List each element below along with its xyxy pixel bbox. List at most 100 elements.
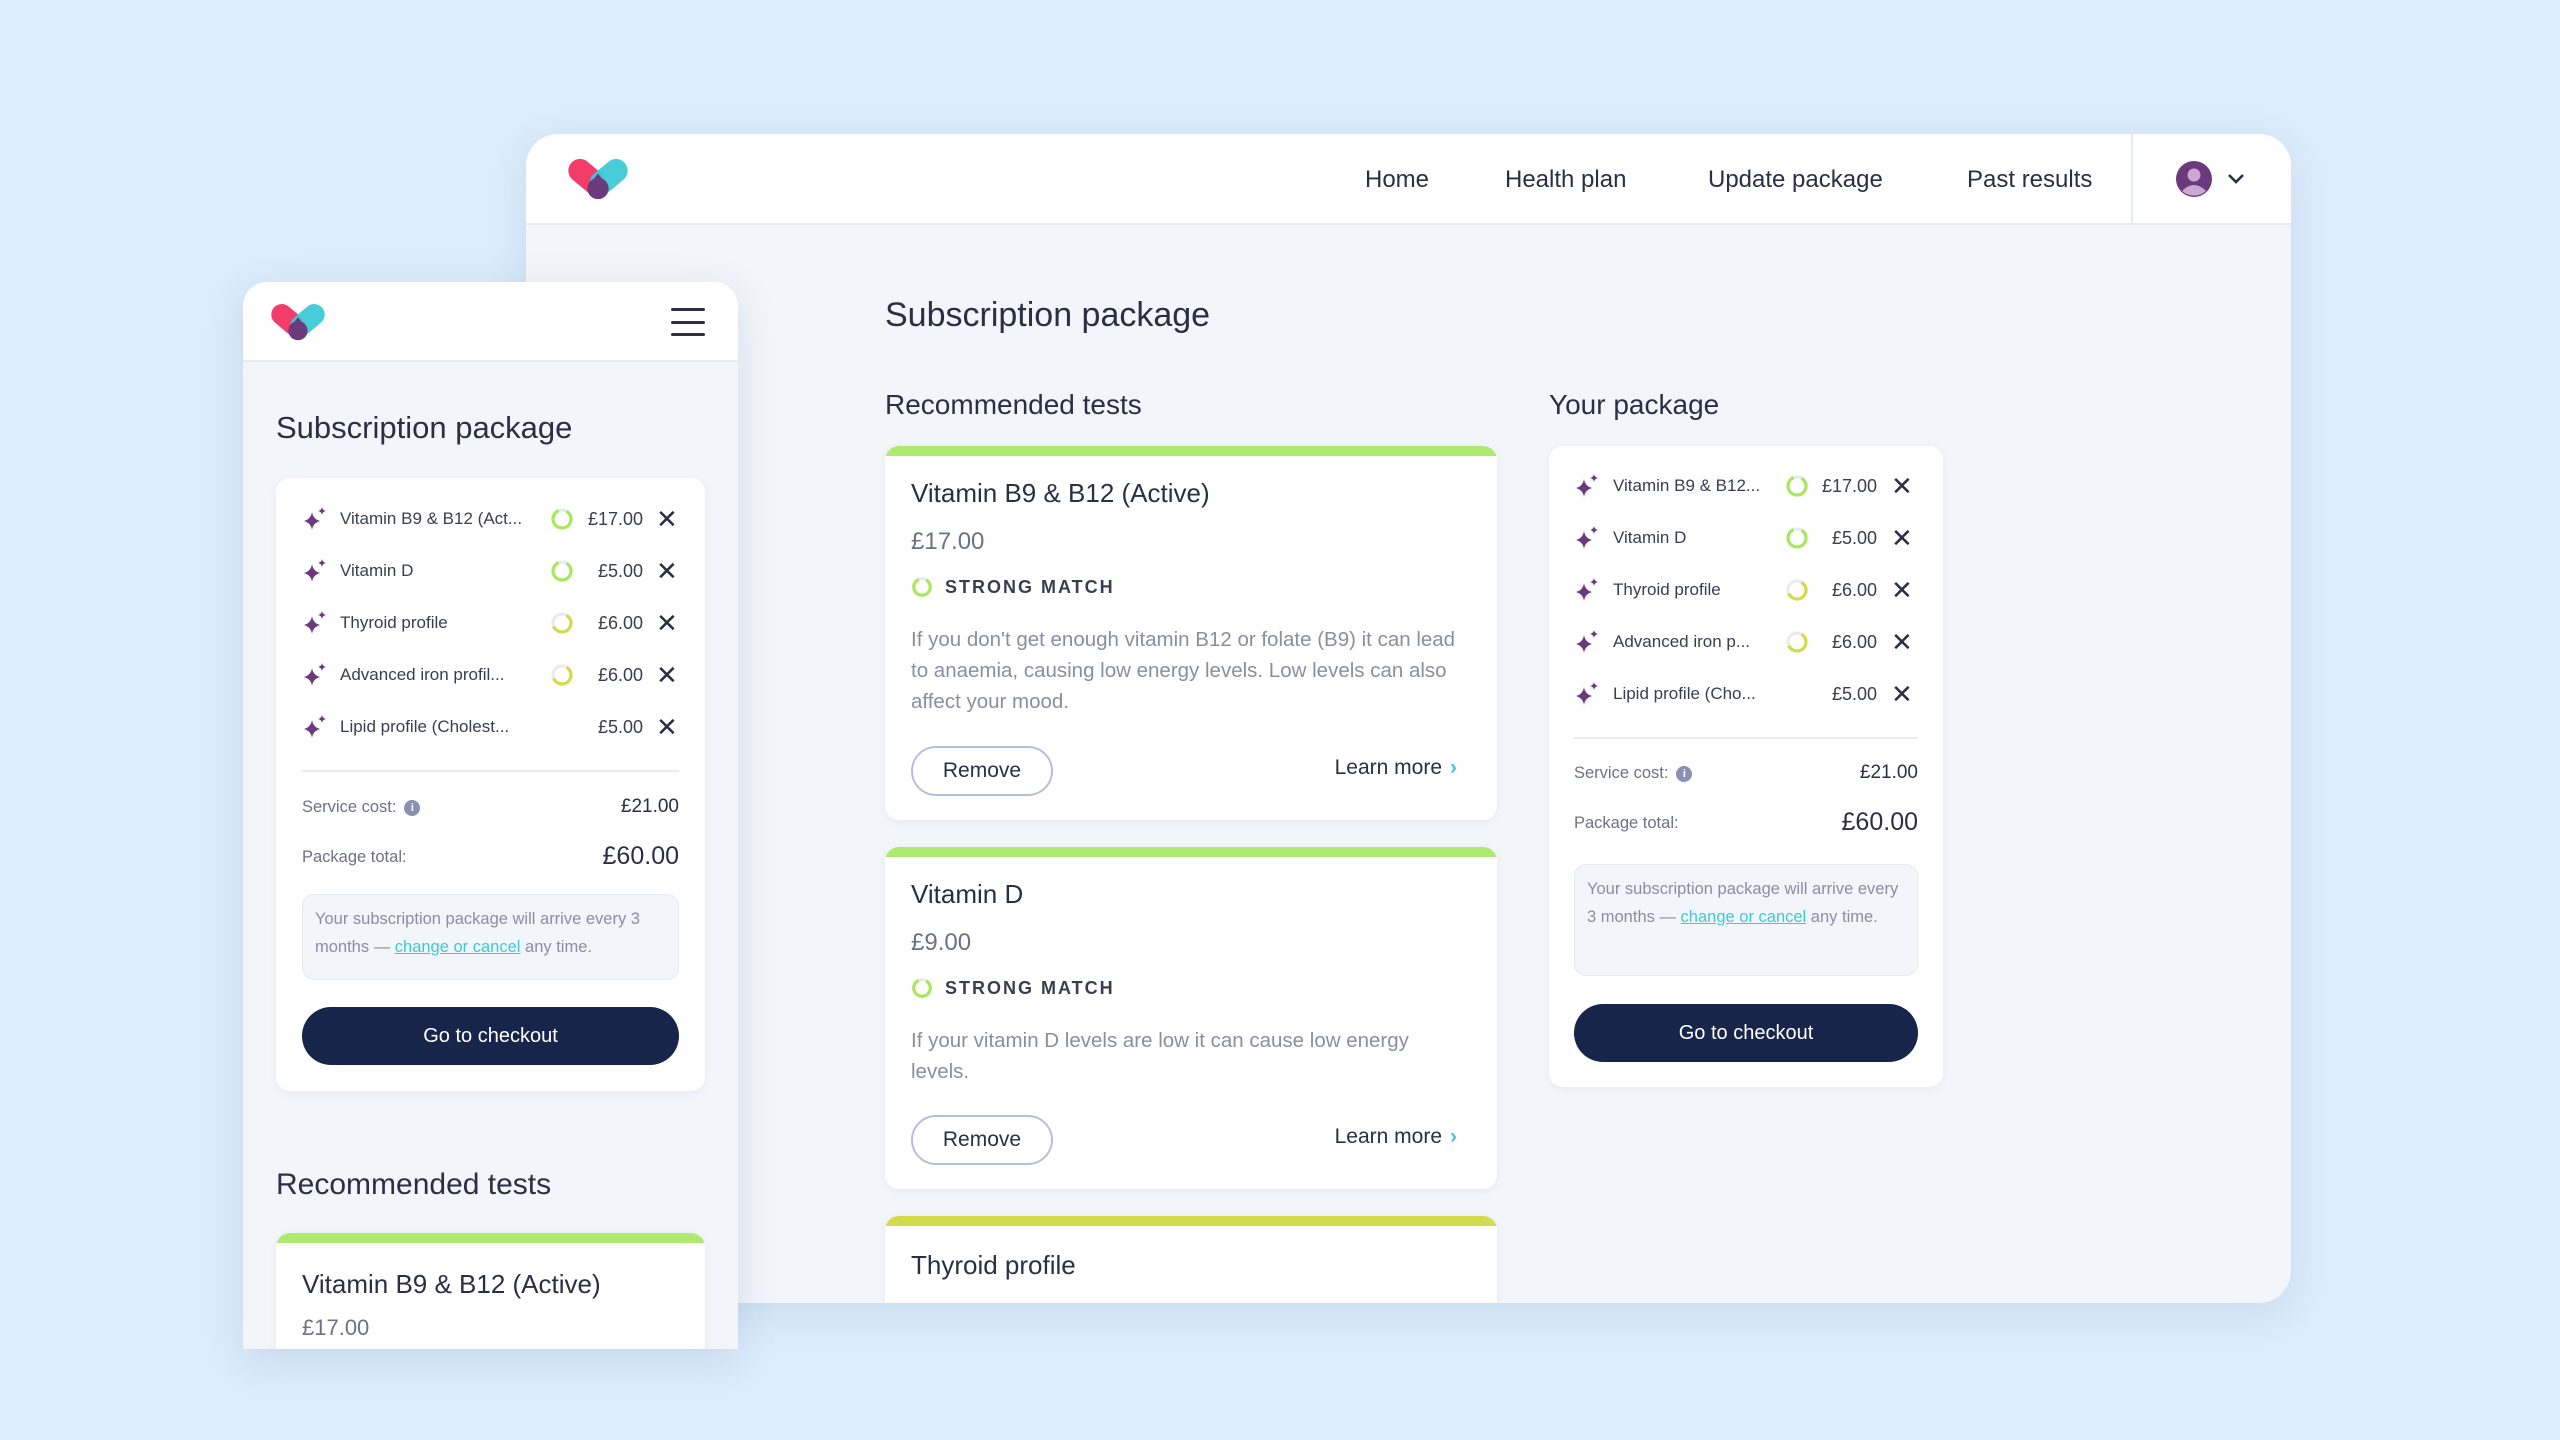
test-title: Vitamin B9 & B12 (Active) [302, 1269, 601, 1299]
item-name: Lipid profile (Cholest... [340, 717, 510, 736]
test-card: Thyroid profile [885, 1216, 1497, 1303]
hamburger-menu-icon[interactable] [671, 308, 705, 336]
package-item: Vitamin D £5.00 ✕ [1549, 518, 1943, 558]
sparkle-icon [302, 714, 328, 740]
mobile-page-title: Subscription package [276, 410, 573, 445]
nav-past-results[interactable]: Past results [1967, 166, 2092, 194]
remove-item-icon[interactable]: ✕ [656, 506, 678, 532]
item-price: £6.00 [1831, 579, 1877, 600]
checkout-button[interactable]: Go to checkout [1574, 1004, 1918, 1062]
match-label: STRONG MATCH [945, 576, 1115, 597]
sparkle-icon [302, 662, 328, 688]
package-total-label: Package total: [1574, 814, 1679, 832]
item-name: Vitamin B9 & B12... [1613, 476, 1761, 495]
match-bar [276, 1233, 705, 1243]
item-name: Advanced iron p... [1613, 632, 1751, 651]
desktop-window: Home Health plan Update package Past res… [526, 134, 2291, 1303]
top-navbar: Home Health plan Update package Past res… [526, 134, 2291, 225]
change-or-cancel-link[interactable]: change or cancel [1681, 908, 1807, 926]
learn-more-label: Learn more [1334, 1125, 1442, 1148]
package-item: Vitamin B9 & B12... £17.00 ✕ [1549, 466, 1943, 506]
item-name: Thyroid profile [340, 613, 448, 632]
package-item: Advanced iron profil... £6.00 ✕ [276, 655, 705, 695]
nav-home[interactable]: Home [1365, 166, 1429, 194]
recommended-heading: Recommended tests [885, 389, 1142, 420]
match-ring-icon [1786, 579, 1808, 601]
item-name: Vitamin B9 & B12 (Act... [340, 509, 523, 528]
package-summary-card: Vitamin B9 & B12 (Act... £17.00 ✕ Vitami… [276, 478, 705, 1091]
info-icon[interactable]: i [1676, 765, 1693, 782]
item-name: Lipid profile (Cho... [1613, 684, 1756, 703]
change-or-cancel-link[interactable]: change or cancel [395, 938, 521, 956]
sparkle-icon [1574, 525, 1600, 551]
package-item: Lipid profile (Cho... £5.00 ✕ [1549, 674, 1943, 714]
item-price: £5.00 [597, 560, 643, 581]
test-card: Vitamin D £9.00 STRONG MATCH If your vit… [885, 847, 1497, 1189]
item-name: Advanced iron profil... [340, 665, 505, 684]
item-price: £5.00 [1831, 683, 1877, 704]
nav-update-package[interactable]: Update package [1708, 166, 1883, 194]
match-label: STRONG MATCH [945, 977, 1115, 998]
remove-button[interactable]: Remove [911, 1115, 1053, 1165]
package-item: Thyroid profile £6.00 ✕ [1549, 570, 1943, 610]
learn-more-link[interactable]: Learn more › [1335, 756, 1457, 780]
package-item: Lipid profile (Cholest... £5.00 ✕ [276, 707, 705, 747]
match-badge: STRONG MATCH [911, 977, 1115, 999]
match-ring-icon [912, 978, 932, 998]
item-price: £6.00 [1831, 631, 1877, 652]
brand-logo[interactable] [267, 300, 329, 346]
test-title: Vitamin D [911, 879, 1024, 909]
package-item: Thyroid profile £6.00 ✕ [276, 603, 705, 643]
subscription-note: Your subscription package will arrive ev… [1574, 864, 1918, 976]
item-price: £6.00 [597, 612, 643, 633]
test-description: If your vitamin D levels are low it can … [911, 1029, 1409, 1083]
remove-item-icon[interactable]: ✕ [1891, 577, 1913, 603]
sparkle-icon [1574, 629, 1600, 655]
remove-item-icon[interactable]: ✕ [1891, 681, 1913, 707]
remove-item-icon[interactable]: ✕ [656, 610, 678, 636]
sparkle-icon [302, 558, 328, 584]
match-ring-icon [1786, 475, 1808, 497]
test-price: £17.00 [911, 528, 985, 555]
chevron-down-icon[interactable] [2226, 172, 2246, 186]
item-name: Thyroid profile [1613, 580, 1721, 599]
remove-button[interactable]: Remove [911, 746, 1053, 796]
test-card: Vitamin B9 & B12 (Active) £17.00 [276, 1233, 705, 1349]
match-ring-icon [551, 664, 573, 686]
divider [302, 770, 679, 772]
remove-item-icon[interactable]: ✕ [1891, 629, 1913, 655]
user-avatar-icon[interactable] [2176, 161, 2212, 197]
sparkle-icon [302, 506, 328, 532]
match-ring-icon [551, 612, 573, 634]
your-package-heading: Your package [1549, 389, 1720, 420]
learn-more-link[interactable]: Learn more › [1335, 1125, 1457, 1149]
remove-item-icon[interactable]: ✕ [1891, 473, 1913, 499]
match-badge: STRONG MATCH [911, 576, 1115, 598]
package-item: Advanced iron p... £6.00 ✕ [1549, 622, 1943, 662]
package-total-value: £60.00 [602, 842, 679, 870]
service-cost-value: £21.00 [1859, 762, 1918, 783]
match-bar [885, 847, 1497, 857]
checkout-button[interactable]: Go to checkout [302, 1007, 679, 1065]
sparkle-icon [1574, 577, 1600, 603]
item-name: Vitamin D [1613, 528, 1687, 547]
info-icon[interactable]: i [404, 799, 421, 816]
match-bar [885, 446, 1497, 456]
test-price: £9.00 [911, 929, 972, 956]
test-title: Vitamin B9 & B12 (Active) [911, 478, 1210, 508]
nav-health-plan[interactable]: Health plan [1505, 166, 1626, 194]
match-ring-icon [1786, 527, 1808, 549]
match-ring-icon [551, 508, 573, 530]
remove-item-icon[interactable]: ✕ [1891, 525, 1913, 551]
mobile-header [243, 282, 738, 362]
test-price: £17.00 [302, 1315, 370, 1340]
package-summary-card: Vitamin B9 & B12... £17.00 ✕ Vitamin D £… [1549, 446, 1943, 1087]
nav-divider [2131, 134, 2133, 225]
remove-item-icon[interactable]: ✕ [656, 714, 678, 740]
remove-item-icon[interactable]: ✕ [656, 558, 678, 584]
learn-more-label: Learn more [1334, 756, 1442, 779]
item-name: Vitamin D [340, 561, 414, 580]
remove-item-icon[interactable]: ✕ [656, 662, 678, 688]
mobile-recommended-heading: Recommended tests [276, 1168, 552, 1201]
item-price: £17.00 [587, 508, 643, 529]
